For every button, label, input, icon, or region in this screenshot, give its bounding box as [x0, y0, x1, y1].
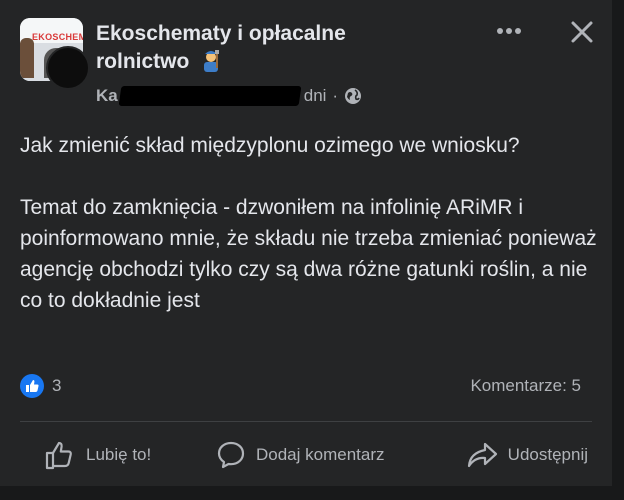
more-dots-icon — [497, 28, 521, 34]
thumbs-up-icon — [45, 441, 72, 470]
like-label: Lubię to! — [86, 445, 152, 464]
redacted-author-block — [118, 86, 302, 106]
farmer-emoji-icon — [199, 48, 223, 72]
meta-separator: · — [332, 86, 339, 105]
group-name-link[interactable]: Ekoschematy i opłacalne rolnictwo — [96, 20, 436, 76]
window-edge-bottom — [0, 486, 624, 500]
close-button[interactable] — [566, 16, 598, 48]
more-options-button[interactable] — [492, 18, 526, 44]
group-logo-text: EKOSCHEM — [32, 32, 83, 42]
divider — [20, 421, 592, 422]
share-arrow-icon — [467, 442, 497, 468]
comment-button[interactable]: Dodaj komentarz — [210, 432, 410, 478]
like-button[interactable]: Lubię to! — [20, 432, 210, 478]
close-icon — [571, 21, 593, 43]
post-meta: Ka dni · — [96, 86, 362, 106]
comments-count-link[interactable]: Komentarze: 5 — [470, 376, 581, 396]
group-avatar-person — [20, 38, 34, 78]
share-button[interactable]: Udostępnij — [410, 432, 592, 478]
comment-label: Dodaj komentarz — [256, 445, 385, 464]
post-card: EKOSCHEM Ekoschematy i opłacalne rolnict… — [0, 0, 612, 500]
post-body: Jak zmienić skład międzyplonu ozimego we… — [20, 130, 600, 316]
author-avatar[interactable] — [46, 46, 90, 90]
globe-icon[interactable] — [344, 87, 362, 105]
reaction-count: 3 — [52, 376, 62, 395]
post-time[interactable]: dni — [304, 86, 327, 106]
share-label: Udostępnij — [507, 445, 588, 464]
post-paragraph: Temat do zamknięcia - dzwoniłem na infol… — [20, 196, 597, 312]
author-name[interactable]: Ka — [96, 86, 118, 106]
post-paragraph: Jak zmienić skład międzyplonu ozimego we… — [20, 134, 520, 157]
action-bar: Lubię to! Dodaj komentarz Udostępnij — [20, 432, 592, 478]
window-edge — [612, 0, 624, 500]
like-reaction-icon — [20, 374, 44, 398]
reactions-summary[interactable]: 3 — [20, 374, 61, 398]
comment-bubble-icon — [217, 441, 245, 469]
